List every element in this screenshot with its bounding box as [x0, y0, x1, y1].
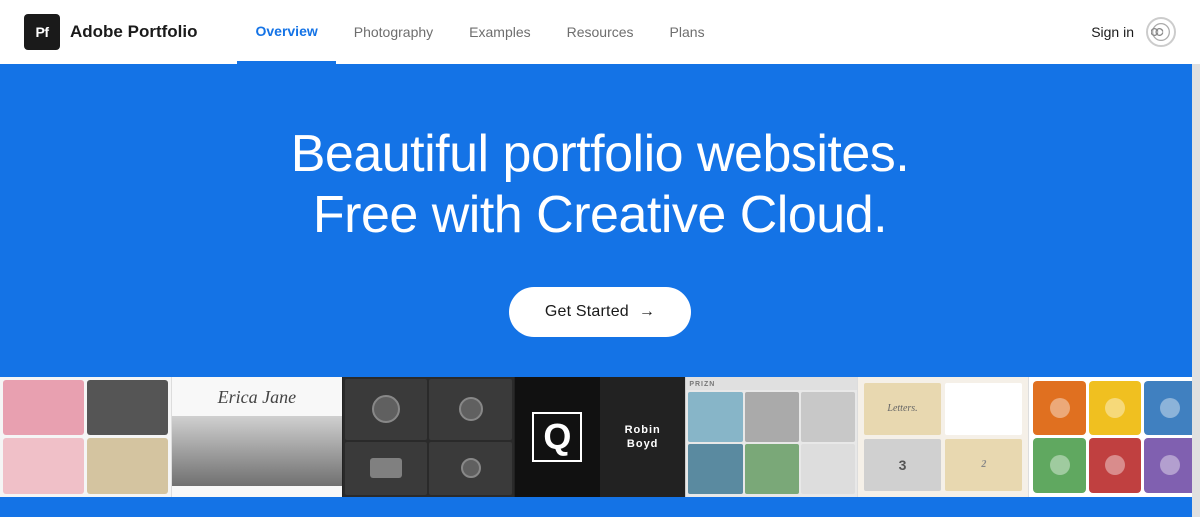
nav-links: Overview Photography Examples Resources … — [237, 0, 1091, 64]
scrollbar[interactable] — [1192, 0, 1200, 517]
thumb7-cell2 — [1089, 381, 1141, 436]
creative-cloud-icon[interactable] — [1146, 17, 1176, 47]
hero-section: Beautiful portfolio websites. Free with … — [0, 64, 1200, 377]
thumb5-label: PRIZN — [686, 377, 857, 390]
thumbnail-7[interactable] — [1028, 377, 1200, 497]
nav-item-plans[interactable]: Plans — [652, 0, 723, 64]
thumb7-cell1 — [1033, 381, 1085, 436]
thumb2-name: Erica Jane — [218, 387, 296, 408]
nav-item-resources[interactable]: Resources — [549, 0, 652, 64]
thumb3-cell1 — [345, 379, 427, 440]
sign-in-link[interactable]: Sign in — [1091, 24, 1134, 40]
thumb7-cell6 — [1144, 438, 1196, 493]
thumb4-letter: Q — [532, 412, 582, 462]
thumb6-sketch: Letters. — [864, 383, 941, 435]
thumb4-name1: Robin — [625, 424, 661, 436]
thumb1-cell1 — [3, 380, 84, 436]
thumbnail-2[interactable]: Erica Jane — [171, 377, 343, 497]
thumb5-cell5 — [745, 444, 799, 494]
thumb5-cell6 — [801, 444, 855, 494]
thumb6-white — [945, 383, 1022, 435]
thumb5-cell2 — [745, 392, 799, 442]
thumb3-cell3 — [345, 442, 427, 495]
thumb5-cell1 — [688, 392, 742, 442]
thumb2-image — [172, 416, 343, 486]
thumb1-cell4 — [87, 438, 168, 494]
thumbnails-row: Erica Jane Q Robin Boyd PRIZN — [0, 377, 1200, 497]
thumb4-name-box: Robin Boyd — [600, 377, 685, 497]
thumb1-cell2 — [87, 380, 168, 436]
logo-icon: Pf — [24, 14, 60, 50]
thumb6-num1: 3 — [864, 439, 941, 491]
hero-headline: Beautiful portfolio websites. Free with … — [291, 124, 910, 247]
thumbnail-1[interactable] — [0, 377, 171, 497]
nav-item-examples[interactable]: Examples — [451, 0, 548, 64]
thumb4-name2: Boyd — [627, 438, 659, 450]
thumbnail-4[interactable]: Q Robin Boyd — [514, 377, 686, 497]
get-started-button[interactable]: Get Started → — [509, 287, 691, 337]
nav-right: Sign in — [1091, 17, 1176, 47]
thumbnail-5[interactable]: PRIZN — [685, 377, 857, 497]
thumb5-cell4 — [688, 444, 742, 494]
nav-item-photography[interactable]: Photography — [336, 0, 451, 64]
logo-title: Adobe Portfolio — [70, 22, 197, 42]
thumb3-cell4 — [429, 442, 511, 495]
thumbnail-3[interactable] — [342, 377, 514, 497]
thumb3-cell2 — [429, 379, 511, 440]
thumbnail-6[interactable]: Letters. 3 2 — [857, 377, 1029, 497]
nav-item-overview[interactable]: Overview — [237, 0, 335, 64]
thumb1-cell3 — [3, 438, 84, 494]
logo-area[interactable]: Pf Adobe Portfolio — [24, 14, 197, 50]
navbar: Pf Adobe Portfolio Overview Photography … — [0, 0, 1200, 64]
thumb7-cell4 — [1033, 438, 1085, 493]
thumb5-cell3 — [801, 392, 855, 442]
thumb6-num2: 2 — [945, 439, 1022, 491]
thumb4-letter-box: Q — [515, 377, 600, 497]
thumb7-cell3 — [1144, 381, 1196, 436]
thumb7-cell5 — [1089, 438, 1141, 493]
